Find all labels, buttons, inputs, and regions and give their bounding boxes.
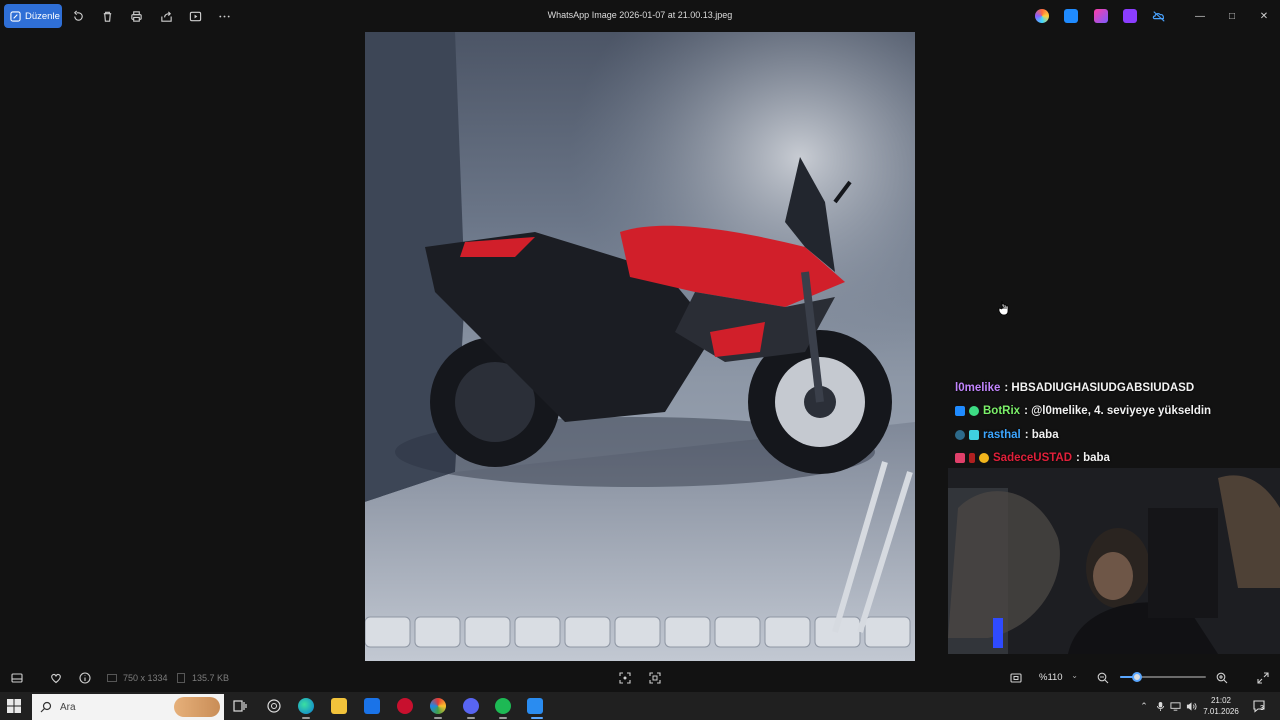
photos-app-icon[interactable] (1064, 9, 1078, 23)
search-placeholder: Ara (60, 701, 76, 713)
vip-badge-icon (979, 453, 989, 464)
spotify-icon[interactable] (495, 698, 511, 714)
filmstrip-icon[interactable] (9, 670, 25, 686)
info-icon[interactable] (77, 670, 93, 686)
dimensions-icon (104, 670, 120, 686)
taskbar-search[interactable]: Ara (32, 694, 224, 720)
photos-taskbar-icon[interactable] (527, 698, 543, 714)
image-dimensions: 750 x 1334 (123, 673, 168, 683)
bot-badge-icon (955, 406, 965, 417)
show-hidden-icons-chevron-up-icon[interactable]: ⌃ (1138, 700, 1150, 712)
zoom-out-icon[interactable] (1095, 670, 1111, 686)
motorcycle-photo (365, 32, 915, 661)
copilot-icon[interactable] (1035, 9, 1049, 23)
gift-badge-icon (955, 453, 965, 464)
zoom-level: %110 (1039, 671, 1063, 683)
network-icon[interactable] (1169, 700, 1181, 712)
edge-icon[interactable] (298, 698, 314, 714)
maximize-button[interactable]: □ (1224, 8, 1240, 24)
clipchamp-icon[interactable] (1094, 9, 1108, 23)
chat-text: : baba (1024, 428, 1059, 441)
chrome-icon[interactable] (430, 698, 446, 714)
outlook-icon[interactable] (364, 698, 380, 714)
start-button[interactable] (6, 698, 22, 714)
system-clock[interactable]: 21:02 7.01.2026 (1198, 695, 1244, 717)
favorite-heart-icon[interactable] (48, 670, 64, 686)
emote-badge-icon (955, 429, 965, 440)
discord-icon[interactable] (463, 698, 479, 714)
opera-icon[interactable] (397, 698, 413, 714)
webcam-feed (948, 468, 1280, 654)
running-indicator (434, 717, 442, 719)
minimize-button[interactable]: — (1192, 8, 1208, 24)
filesize-icon (173, 670, 189, 686)
status-bar: 750 x 1334 135.7 KB (0, 664, 1280, 692)
clock-time: 21:02 (1210, 696, 1232, 705)
clock-date: 7.01.2026 (1203, 707, 1239, 716)
zoom-in-icon[interactable] (1214, 670, 1230, 686)
browser-app-icon[interactable] (266, 698, 282, 714)
running-indicator (302, 717, 310, 719)
running-indicator (467, 717, 475, 719)
onedrive-off-icon[interactable] (1152, 9, 1166, 23)
notification-count-badge: 3 (1260, 705, 1264, 712)
hand-cursor-icon (998, 300, 1010, 316)
running-indicator (499, 717, 507, 719)
webcam-overlay (948, 468, 1280, 654)
search-icon (40, 701, 52, 713)
microphone-icon[interactable] (1154, 700, 1166, 712)
chevron-down-icon: ⌄ (1071, 671, 1078, 680)
active-indicator (531, 717, 543, 719)
chat-message: SadeceUSTAD : baba (955, 447, 1275, 471)
image-canvas[interactable] (365, 32, 915, 661)
chat-message: l0melike : HBSADIUGHASIUDGABSIUDASD (955, 376, 1275, 400)
stream-chat: l0melike : HBSADIUGHASIUDGABSIUDASD BotR… (955, 376, 1275, 470)
chat-username: BotRix (983, 405, 1021, 418)
chat-message: rasthal : baba (955, 423, 1275, 447)
subscriber-badge-icon (969, 429, 979, 440)
fullscreen-icon[interactable] (1255, 670, 1271, 686)
windows-logo-icon (7, 699, 21, 713)
mod-badge-icon (969, 453, 975, 464)
crop-select-icon[interactable] (617, 670, 633, 686)
search-highlight-image (174, 697, 220, 717)
chat-text: : @l0melike, 4. seviyeye yükseldin (1024, 405, 1212, 418)
chat-text: : HBSADIUGHASIUDGABSIUDASD (1004, 381, 1195, 394)
chat-text: : baba (1076, 452, 1110, 465)
title-bar: Düzenle WhatsApp Image 2026-01-07 at 21.… (0, 0, 1280, 32)
close-button[interactable]: ✕ (1256, 8, 1272, 24)
window-title: WhatsApp Image 2026-01-07 at 21.00.13.jp… (547, 10, 733, 20)
fit-to-window-icon[interactable] (1008, 670, 1024, 686)
verified-badge-icon (969, 406, 979, 417)
chat-message: BotRix : @l0melike, 4. seviyeye yükseldi… (955, 400, 1275, 424)
task-view-icon[interactable] (232, 698, 248, 714)
volume-icon[interactable] (1185, 700, 1197, 712)
designer-icon[interactable] (1123, 9, 1137, 23)
zoom-level-dropdown[interactable]: %110 ⌄ (1032, 667, 1084, 687)
chat-username: SadeceUSTAD (993, 452, 1073, 465)
file-size: 135.7 KB (192, 673, 230, 683)
chat-username: rasthal (983, 428, 1021, 441)
chat-username: l0melike (955, 381, 1001, 394)
visual-search-icon[interactable] (647, 670, 663, 686)
file-explorer-icon[interactable] (331, 698, 347, 714)
